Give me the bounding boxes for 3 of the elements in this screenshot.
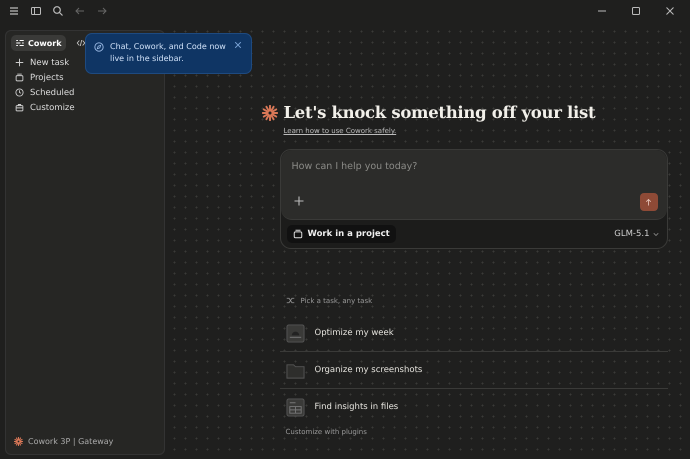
tooltip-text: Chat, Cowork, and Code now live in the sidebar.	[110, 41, 227, 65]
heading: Let's knock something off your list	[284, 103, 596, 122]
workspace-label: Cowork 3P | Gateway	[28, 437, 114, 446]
